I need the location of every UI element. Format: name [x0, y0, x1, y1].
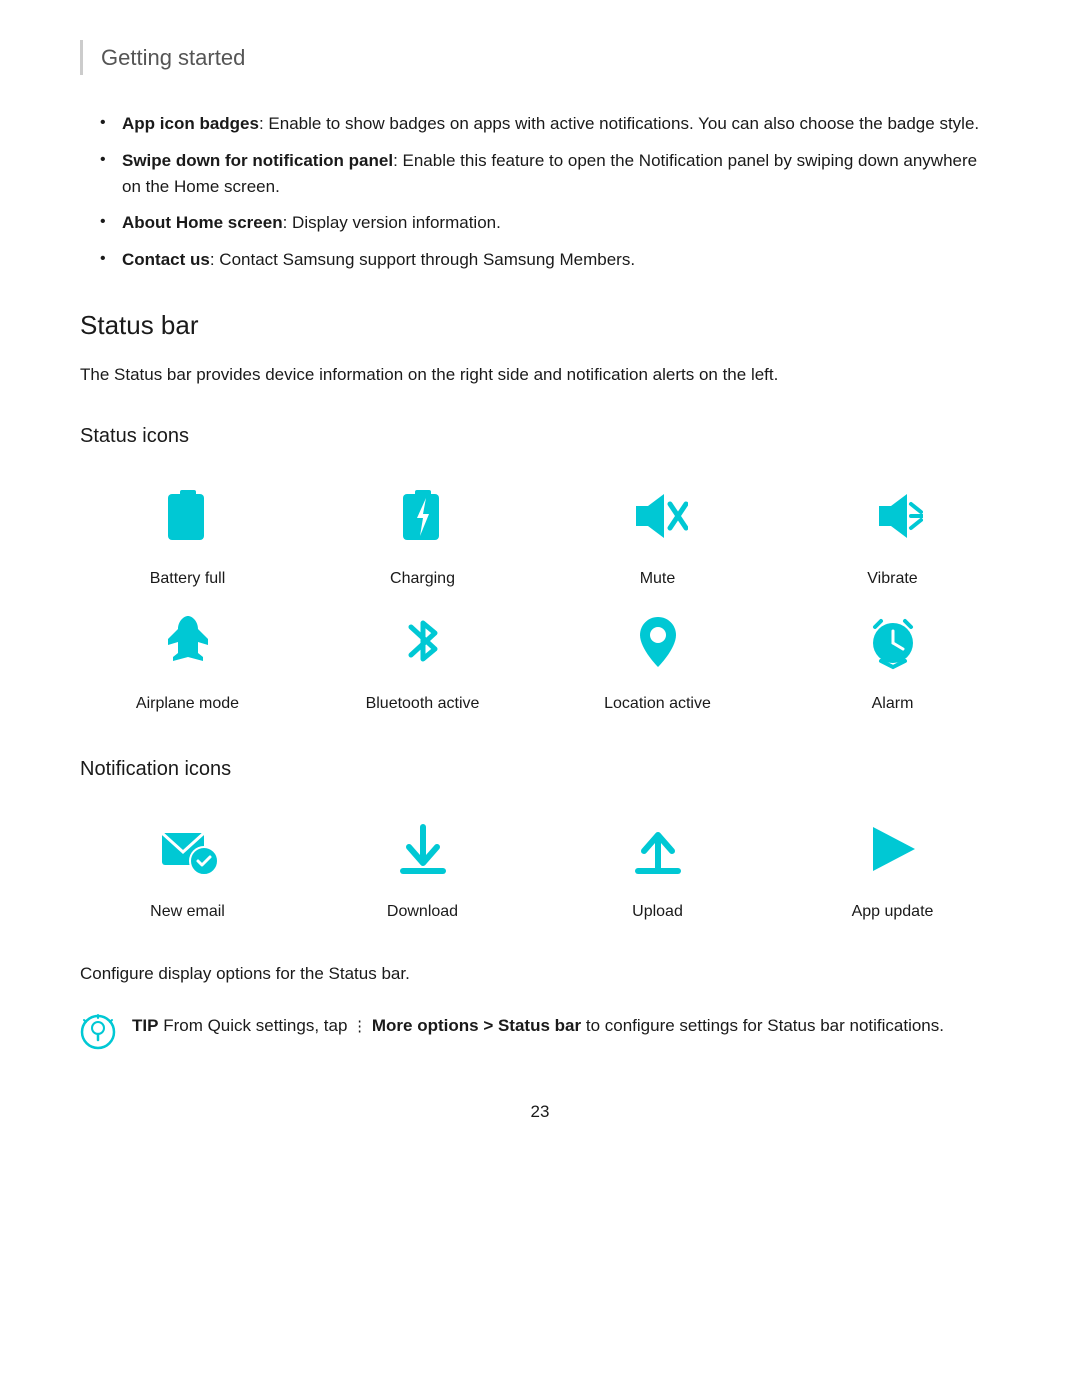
bullet-rest-1: : Enable to show badges on apps with act…: [259, 114, 979, 133]
tip-text-1: From Quick settings, tap: [163, 1016, 352, 1035]
vibrate-icon: [853, 476, 933, 556]
airplane-label: Airplane mode: [136, 691, 239, 717]
upload-svg: [628, 819, 688, 879]
section-title: Status bar: [80, 305, 1000, 347]
bullet-rest-3: : Display version information.: [283, 213, 501, 232]
mute-icon: [618, 476, 698, 556]
bullet-term-1: App icon badges: [122, 114, 259, 133]
battery-full-svg: [158, 486, 218, 546]
charging-svg: [393, 486, 453, 546]
bluetooth-svg: [393, 611, 453, 671]
status-icons-grid: Battery full Charging Mute: [80, 476, 1000, 717]
icon-item-mute: Mute: [550, 476, 765, 592]
tip-lightbulb-icon: [80, 1014, 116, 1050]
notification-icons-grid: New email Download Upload: [80, 809, 1000, 925]
tip-text-2: to configure settings for Status bar not…: [586, 1016, 944, 1035]
icon-item-charging: Charging: [315, 476, 530, 592]
battery-full-label: Battery full: [150, 566, 226, 592]
bullet-list: App icon badges: Enable to show badges o…: [80, 111, 1000, 273]
download-label: Download: [387, 899, 458, 925]
bullet-item-1: App icon badges: Enable to show badges o…: [100, 111, 1000, 137]
notification-icons-title: Notification icons: [80, 753, 1000, 785]
bullet-item-2: Swipe down for notification panel: Enabl…: [100, 148, 1000, 201]
mute-svg: [628, 486, 688, 546]
download-icon: [383, 809, 463, 889]
icon-item-battery-full: Battery full: [80, 476, 295, 592]
airplane-icon: [148, 601, 228, 681]
new-email-svg: [158, 819, 218, 879]
more-options-dots: ⋮: [352, 1018, 367, 1035]
section-desc: The Status bar provides device informati…: [80, 361, 1000, 388]
alarm-icon: [853, 601, 933, 681]
battery-full-icon: [148, 476, 228, 556]
bullet-item-3: About Home screen: Display version infor…: [100, 210, 1000, 236]
alarm-svg: [863, 611, 923, 671]
airplane-svg: [158, 611, 218, 671]
icon-item-app-update: App update: [785, 809, 1000, 925]
tip-box: TIP From Quick settings, tap ⋮ More opti…: [80, 1012, 1000, 1059]
tip-paragraph: TIP From Quick settings, tap ⋮ More opti…: [132, 1012, 944, 1039]
icon-item-new-email: New email: [80, 809, 295, 925]
bullet-rest-4: : Contact Samsung support through Samsun…: [210, 250, 635, 269]
bullet-item-4: Contact us: Contact Samsung support thro…: [100, 247, 1000, 273]
icon-item-download: Download: [315, 809, 530, 925]
mute-label: Mute: [640, 566, 676, 592]
bluetooth-label: Bluetooth active: [366, 691, 480, 717]
bullet-term-3: About Home screen: [122, 213, 283, 232]
page-number: 23: [80, 1098, 1000, 1125]
vibrate-label: Vibrate: [867, 566, 917, 592]
alarm-label: Alarm: [872, 691, 914, 717]
configure-text: Configure display options for the Status…: [80, 960, 1000, 987]
icon-item-vibrate: Vibrate: [785, 476, 1000, 592]
app-update-label: App update: [852, 899, 934, 925]
charging-label: Charging: [390, 566, 455, 592]
bullet-term-4: Contact us: [122, 250, 210, 269]
charging-icon: [383, 476, 463, 556]
page-header: Getting started: [80, 40, 1000, 75]
location-svg: [628, 611, 688, 671]
icon-item-alarm: Alarm: [785, 601, 1000, 717]
page-header-title: Getting started: [101, 45, 245, 70]
icon-item-bluetooth: Bluetooth active: [315, 601, 530, 717]
location-label: Location active: [604, 691, 711, 717]
new-email-icon: [148, 809, 228, 889]
tip-label: TIP: [132, 1016, 158, 1035]
upload-label: Upload: [632, 899, 683, 925]
vibrate-svg: [863, 486, 923, 546]
app-update-svg: [863, 819, 923, 879]
bullet-term-2: Swipe down for notification panel: [122, 151, 393, 170]
new-email-label: New email: [150, 899, 225, 925]
app-update-icon: [853, 809, 933, 889]
upload-icon: [618, 809, 698, 889]
location-icon: [618, 601, 698, 681]
tip-bold: More options > Status bar: [372, 1016, 581, 1035]
download-svg: [393, 819, 453, 879]
icon-item-location: Location active: [550, 601, 765, 717]
tip-icon: [80, 1014, 116, 1059]
status-icons-title: Status icons: [80, 420, 1000, 452]
bluetooth-icon: [383, 601, 463, 681]
icon-item-upload: Upload: [550, 809, 765, 925]
icon-item-airplane: Airplane mode: [80, 601, 295, 717]
